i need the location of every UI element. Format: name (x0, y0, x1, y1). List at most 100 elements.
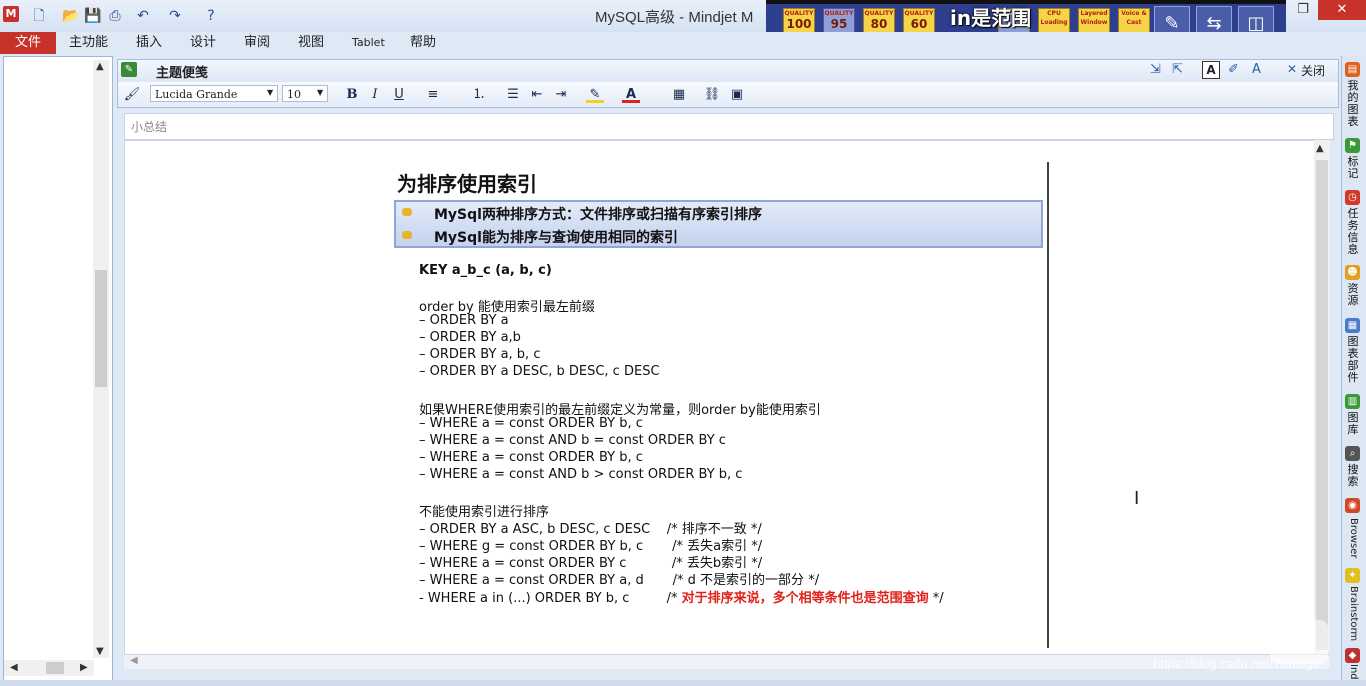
resources-icon[interactable]: ☻ (1345, 265, 1360, 280)
body-line: – WHERE a = const AND b = const ORDER BY… (419, 433, 726, 448)
notes-close-icon[interactable]: ✕ (1287, 62, 1297, 76)
tab-design[interactable]: 设计 (180, 32, 226, 54)
editor-horizontal-scrollbar[interactable] (124, 654, 1330, 669)
scroll-up-icon[interactable]: ▲ (96, 61, 104, 72)
index-icon[interactable]: ◆ (1345, 648, 1360, 663)
font-color-icon[interactable]: A (622, 86, 640, 103)
underline-button[interactable]: U (390, 86, 408, 103)
left-scroll-thumb[interactable] (95, 270, 107, 387)
restore-icon[interactable]: ❐ (1290, 0, 1316, 20)
editor-scroll-thumb[interactable] (1316, 160, 1328, 650)
play-icon (1292, 630, 1310, 654)
window-title: MySQL高级 - Mindjet M (595, 9, 754, 26)
sidebar-item-markers[interactable]: 标记 (1344, 156, 1362, 182)
status-bar (0, 680, 1366, 686)
bullet-list-icon[interactable]: ☰ (504, 86, 522, 103)
topic-line: MySql能为排序与查询使用相同的索引 (434, 230, 678, 246)
open-folder-icon[interactable]: 📂 (62, 7, 80, 25)
notes-close-button[interactable]: 关闭 (1301, 62, 1325, 79)
tab-tablet[interactable]: Tablet (342, 32, 395, 54)
italic-button[interactable]: I (366, 86, 384, 103)
notes-import-icon[interactable]: ⇱ (1172, 62, 1183, 77)
help-icon[interactable]: ? (202, 7, 220, 25)
app-icon[interactable]: M (3, 6, 19, 22)
format-painter-icon[interactable]: 🖌 (123, 86, 141, 103)
tab-insert[interactable]: 插入 (126, 32, 172, 54)
undo-icon[interactable]: ↶ (134, 7, 152, 25)
editor-scroll-up-icon[interactable]: ▲ (1316, 143, 1324, 154)
tab-file[interactable]: 文件 (0, 32, 56, 54)
sidebar-item-resources[interactable]: 资源 (1344, 283, 1362, 309)
scroll-down-icon[interactable]: ▼ (96, 646, 104, 657)
scroll-left-icon[interactable]: ◀ (10, 662, 18, 673)
font-name-select[interactable]: Lucida Grande (150, 85, 278, 102)
markers-icon[interactable]: ⚑ (1345, 138, 1360, 153)
text-mode-icon[interactable]: A (1202, 61, 1220, 79)
redo-icon[interactable]: ↷ (166, 7, 184, 25)
notes-export-icon[interactable]: ⇲ (1150, 62, 1161, 77)
sidebar-index-label: Ind (1348, 664, 1359, 680)
doc-heading: 为排序使用索引 (397, 172, 537, 196)
body-line-last: - WHERE a in (...) ORDER BY b, c /* 对于排序… (419, 587, 944, 606)
sidebar-browser-label: Browser (1348, 518, 1359, 559)
library-icon[interactable]: ▥ (1345, 394, 1360, 409)
size-dropdown-icon[interactable]: ▼ (317, 88, 323, 97)
topic-bullet-icon (402, 231, 412, 239)
browser-icon[interactable]: ◉ (1345, 498, 1360, 513)
key-line: KEY a_b_c (a, b, c) (419, 263, 552, 278)
table-icon[interactable]: ▦ (670, 86, 688, 103)
decrease-indent-icon[interactable]: ⇤ (528, 86, 546, 103)
sidebar-item-search[interactable]: 搜索 (1344, 464, 1362, 490)
map-parts-icon[interactable]: ▦ (1345, 318, 1360, 333)
scroll-right-icon[interactable]: ▶ (80, 662, 88, 673)
search-icon[interactable]: ⌕ (1345, 446, 1360, 461)
numbered-list-icon[interactable]: ⒈ (470, 86, 488, 103)
sidebar-item-browser[interactable]: Browser (1346, 518, 1360, 562)
summary-field[interactable] (124, 113, 1334, 140)
editor-scroll-left-icon[interactable]: ◀ (130, 655, 138, 666)
new-file-icon[interactable]: 🗋 (30, 7, 48, 25)
task-info-icon[interactable]: ◷ (1345, 190, 1360, 205)
tab-help[interactable]: 帮助 (400, 32, 446, 54)
format-mode-icon[interactable]: A (1252, 62, 1261, 77)
overlay-caption: in是范围 (950, 6, 1032, 30)
my-maps-icon[interactable]: ▤ (1345, 62, 1360, 77)
text-cursor-icon: I (1134, 488, 1140, 509)
body-line: – ORDER BY a,b (419, 330, 521, 345)
body-line: – WHERE a = const AND b > const ORDER BY… (419, 467, 743, 482)
print-icon[interactable]: ⎙ (106, 7, 124, 25)
edit-mode-icon[interactable]: ✐ (1228, 62, 1239, 77)
sidebar-item-task-info[interactable]: 任务信息 (1344, 208, 1362, 260)
align-left-icon[interactable]: ≡ (424, 86, 442, 103)
sidebar-item-my-maps[interactable]: 我的图表 (1344, 80, 1362, 132)
hyperlink-icon[interactable]: ⛓ (703, 86, 721, 103)
save-icon[interactable]: 💾 (84, 7, 102, 25)
notes-icon: ✎ (121, 62, 137, 77)
red-note: 对于排序来说，多个相等条件也是范围查询 (681, 591, 929, 606)
notes-title: 主题便笺 (156, 66, 209, 81)
page-boundary (1047, 162, 1049, 648)
body-line: – WHERE a = const ORDER BY b, c (419, 450, 643, 465)
summary-placeholder: 小总结 (131, 120, 168, 134)
increase-indent-icon[interactable]: ⇥ (552, 86, 570, 103)
font-dropdown-icon[interactable]: ▼ (267, 88, 273, 97)
body-line-prefix: - WHERE a in (...) ORDER BY b, c /* (419, 591, 682, 606)
sidebar-item-brainstorm[interactable]: Brainstorm (1346, 586, 1360, 642)
topic-bullet-icon (402, 208, 412, 216)
highlight-color-icon[interactable]: ✎ (586, 86, 604, 103)
topic-line: MySql两种排序方式：文件排序或扫描有序索引排序 (434, 207, 762, 223)
body-line: – ORDER BY a DESC, b DESC, c DESC (419, 364, 660, 379)
watermark: https://blog.csdn.net/Tdmsge (1153, 656, 1320, 671)
image-icon[interactable]: ▣ (728, 86, 746, 103)
close-window-button[interactable]: ✕ (1318, 0, 1366, 20)
left-hscroll-thumb[interactable] (46, 662, 64, 674)
tab-view[interactable]: 视图 (288, 32, 334, 54)
sidebar-item-map-parts[interactable]: 图表部件 (1344, 336, 1362, 388)
brainstorm-icon[interactable]: ✦ (1345, 568, 1360, 583)
body-line: – ORDER BY a (419, 313, 509, 328)
bold-button[interactable]: B (343, 86, 361, 103)
tab-review[interactable]: 审阅 (234, 32, 280, 54)
sidebar-item-library[interactable]: 图库 (1344, 412, 1362, 438)
body-line: – WHERE a = const ORDER BY b, c (419, 416, 643, 431)
tab-home[interactable]: 主功能 (59, 32, 118, 54)
